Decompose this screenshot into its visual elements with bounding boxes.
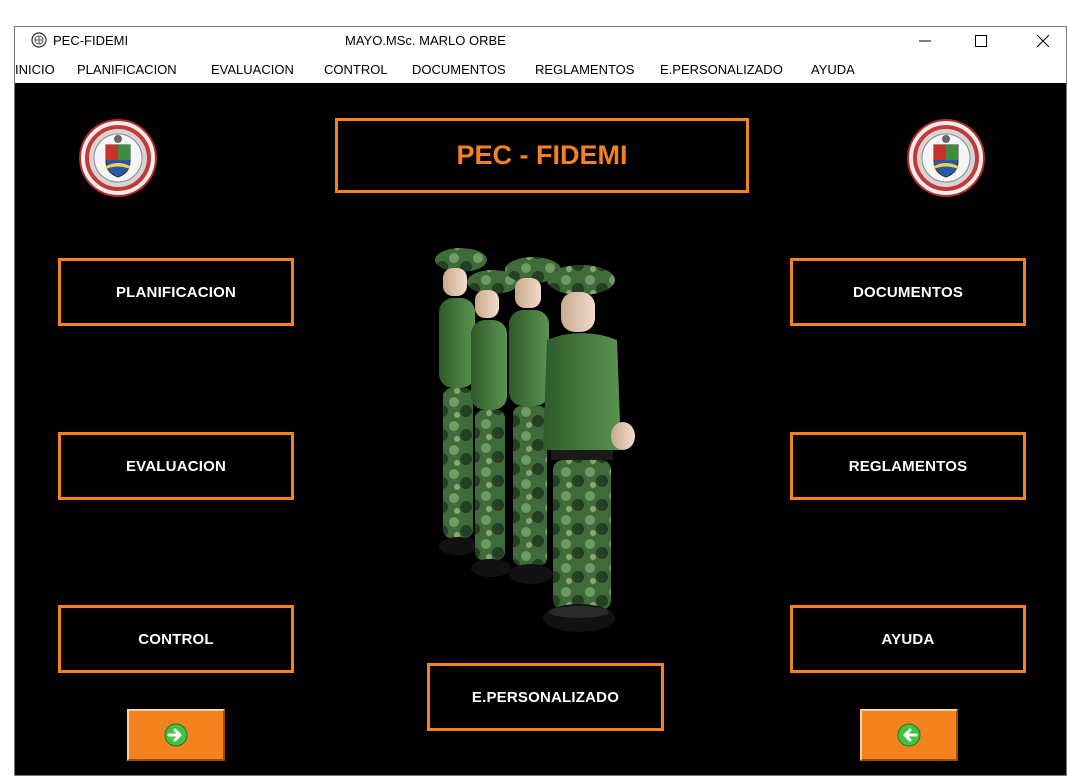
title-bar: PEC-FIDEMI MAYO.MSc. MARLO ORBE bbox=[15, 27, 1066, 55]
maximize-button[interactable] bbox=[958, 27, 1004, 55]
close-icon bbox=[1037, 35, 1049, 47]
app-window: PEC-FIDEMI MAYO.MSc. MARLO ORBE INICIO P… bbox=[14, 26, 1067, 776]
minimize-icon bbox=[919, 40, 931, 42]
window-caption: MAYO.MSc. MARLO ORBE bbox=[345, 33, 506, 48]
back-button[interactable] bbox=[860, 709, 958, 761]
app-title: PEC-FIDEMI bbox=[53, 33, 129, 48]
planificacion-button[interactable]: PLANIFICACION bbox=[58, 258, 294, 326]
seal-right-icon bbox=[907, 119, 985, 197]
menu-e-personalizado[interactable]: E.PERSONALIZADO bbox=[660, 62, 783, 77]
soldiers-illustration bbox=[435, 248, 635, 632]
reglamentos-button[interactable]: REGLAMENTOS bbox=[790, 432, 1026, 500]
evaluacion-button[interactable]: EVALUACION bbox=[58, 432, 294, 500]
ayuda-button[interactable]: AYUDA bbox=[790, 605, 1026, 673]
control-button[interactable]: CONTROL bbox=[58, 605, 294, 673]
main-panel: PEC - FIDEMI PLANIFICACION EVALUACION CO… bbox=[15, 83, 1066, 775]
menu-reglamentos[interactable]: REGLAMENTOS bbox=[535, 62, 634, 77]
menu-evaluacion[interactable]: EVALUACION bbox=[211, 62, 294, 77]
menu-control[interactable]: CONTROL bbox=[324, 62, 388, 77]
close-button[interactable] bbox=[1020, 27, 1066, 55]
e-personalizado-button[interactable]: E.PERSONALIZADO bbox=[427, 663, 664, 731]
arrow-right-icon bbox=[164, 723, 188, 747]
menu-documentos[interactable]: DOCUMENTOS bbox=[412, 62, 506, 77]
page-title: PEC - FIDEMI bbox=[335, 118, 749, 193]
minimize-button[interactable] bbox=[902, 27, 948, 55]
arrow-left-icon bbox=[897, 723, 921, 747]
menu-planificacion[interactable]: PLANIFICACION bbox=[77, 62, 177, 77]
menu-bar: INICIO PLANIFICACION EVALUACION CONTROL … bbox=[15, 55, 1066, 83]
documentos-button[interactable]: DOCUMENTOS bbox=[790, 258, 1026, 326]
maximize-icon bbox=[975, 35, 987, 47]
app-icon bbox=[31, 32, 47, 48]
menu-inicio[interactable]: INICIO bbox=[15, 62, 55, 77]
next-button[interactable] bbox=[127, 709, 225, 761]
seal-left-icon bbox=[79, 119, 157, 197]
menu-ayuda[interactable]: AYUDA bbox=[811, 62, 855, 77]
